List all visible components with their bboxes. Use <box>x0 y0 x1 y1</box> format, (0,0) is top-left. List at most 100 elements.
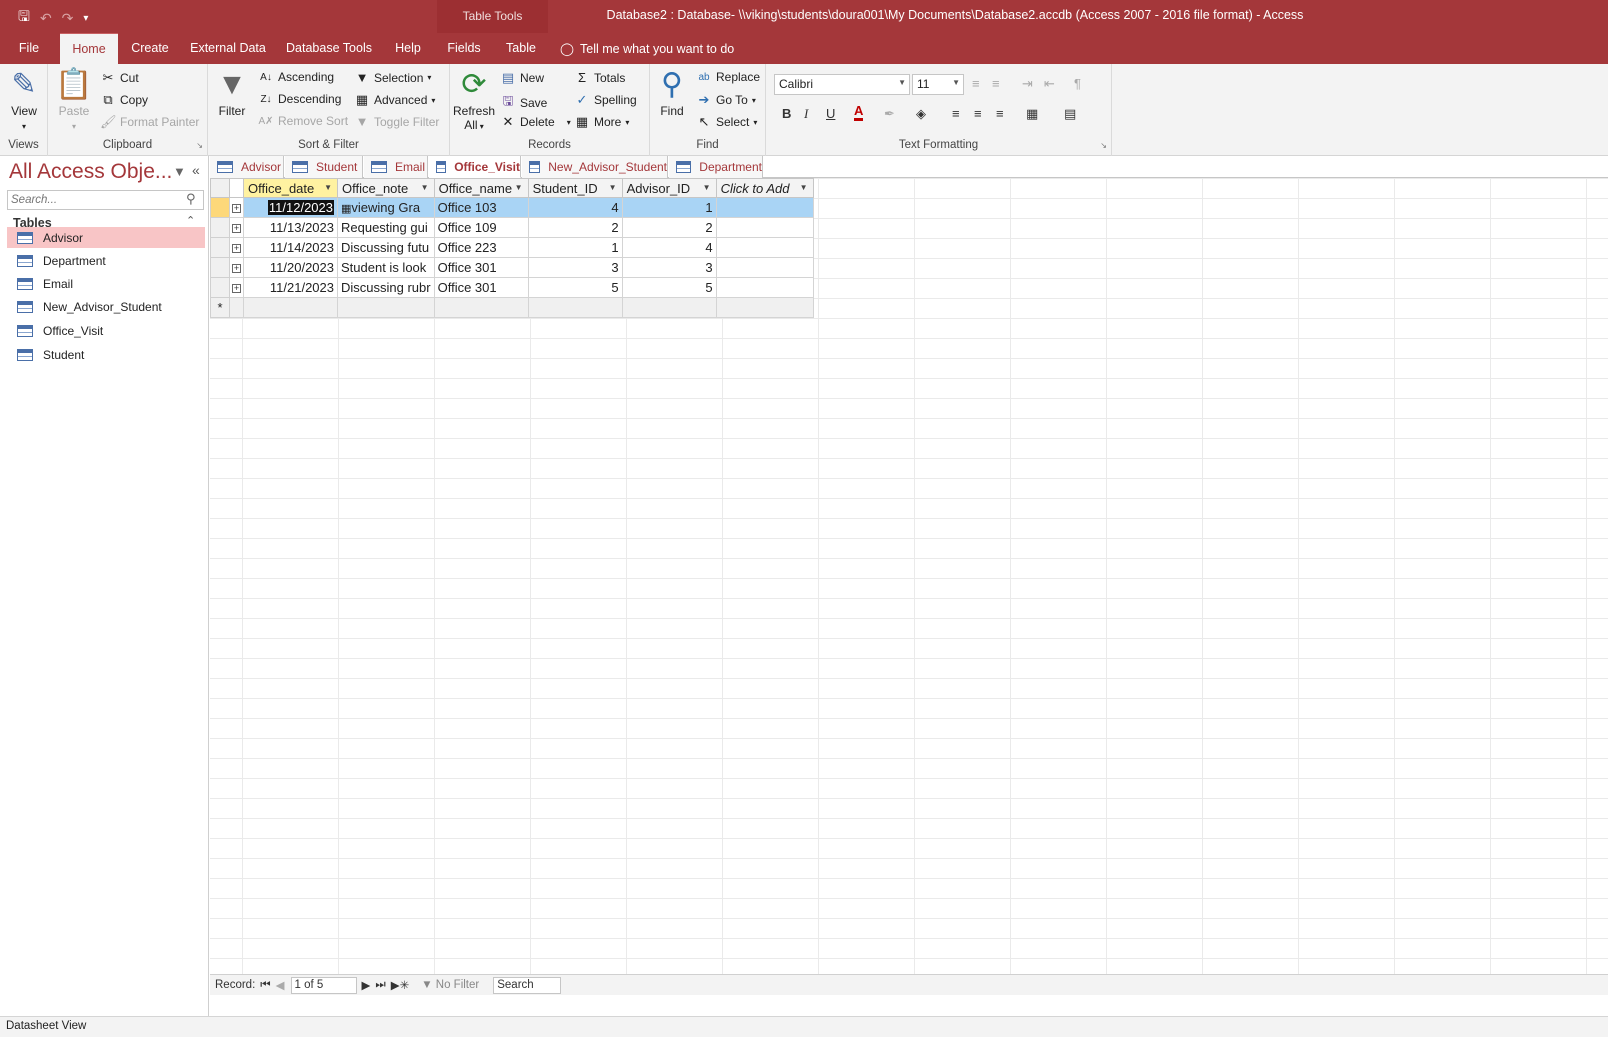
save-icon[interactable]: 🖫 <box>18 6 30 30</box>
align-left-icon[interactable]: ≡ <box>952 106 960 121</box>
font-name-select[interactable]: Calibri ▼ <box>774 74 910 95</box>
cut-button[interactable]: ✂ Cut <box>100 70 139 86</box>
redo-icon[interactable]: ↷ <box>62 10 74 27</box>
select-all-corner[interactable] <box>210 178 230 198</box>
plus-icon[interactable]: + <box>232 243 241 253</box>
record-search-input[interactable]: Search <box>493 976 562 994</box>
fill-color-icon[interactable]: ◈ <box>916 106 926 122</box>
new-cell[interactable] <box>243 297 338 318</box>
new-cell[interactable] <box>715 297 814 318</box>
tab-create[interactable]: Create <box>128 33 172 64</box>
cell-office-date[interactable]: 11/14/2023 <box>243 237 338 258</box>
expand-row[interactable]: + <box>229 237 244 258</box>
new-record-marker[interactable]: * <box>210 297 230 318</box>
copy-button[interactable]: ⧉ Copy <box>100 92 148 108</box>
font-color-icon[interactable]: A <box>854 104 864 121</box>
toggle-filter-button[interactable]: ▼ Toggle Filter <box>354 114 440 129</box>
tab-fields[interactable]: Fields <box>446 33 482 64</box>
tab-external-data[interactable]: External Data <box>190 33 266 64</box>
first-record-icon[interactable]: ⏮ <box>260 979 270 992</box>
nav-search-input[interactable] <box>7 190 204 210</box>
customize-qat-icon[interactable]: ▾ <box>83 13 88 24</box>
chevron-down-icon[interactable]: ▼ <box>421 183 429 192</box>
more-button[interactable]: ▦ More ▾ <box>574 114 630 130</box>
table-row[interactable]: + 11/12/2023 ▦viewing Gra Office 103 4 1 <box>210 197 814 218</box>
new-cell[interactable] <box>433 297 529 318</box>
column-header-office-name[interactable]: Office_name ▼ <box>433 178 529 198</box>
tab-home[interactable]: Home <box>60 33 118 64</box>
record-selector[interactable] <box>210 257 230 278</box>
increase-indent-icon[interactable]: ⇥ <box>1022 76 1033 92</box>
plus-icon[interactable]: + <box>232 263 241 273</box>
chevron-down-icon[interactable]: ▼ <box>800 183 808 192</box>
table-row[interactable]: + 11/21/2023 Discussing rubr Office 301 … <box>210 277 814 298</box>
go-to-button[interactable]: ➔ Go To ▾ <box>696 92 756 108</box>
column-header-click-to-add[interactable]: Click to Add ▼ <box>715 178 814 198</box>
alternate-row-color-icon[interactable]: ▤ <box>1064 106 1076 122</box>
new-record-nav-icon[interactable]: ▶✳ <box>391 978 409 992</box>
find-button[interactable]: ⚲ Find <box>654 68 690 118</box>
ascending-button[interactable]: A↓ Ascending <box>258 70 334 84</box>
cell-student-id[interactable]: 1 <box>527 237 623 258</box>
cell-student-id[interactable]: 5 <box>527 277 623 298</box>
nav-item-advisor[interactable]: Advisor <box>7 227 205 248</box>
cell-office-note[interactable]: Discussing futu <box>337 237 435 258</box>
cell-advisor-id[interactable]: 5 <box>621 277 717 298</box>
cell-office-name[interactable]: Office 223 <box>433 237 529 258</box>
collapse-pane-icon[interactable]: « <box>192 162 200 178</box>
remove-sort-button[interactable]: A✗ Remove Sort <box>258 114 348 128</box>
chevron-down-icon[interactable]: ▼ <box>609 183 617 192</box>
nav-item-new-advisor-student[interactable]: New_Advisor_Student <box>7 296 205 317</box>
chevron-down-icon[interactable]: ▼ <box>703 183 711 192</box>
cell-click-to-add[interactable] <box>715 277 814 298</box>
descending-button[interactable]: Z↓ Descending <box>258 92 341 106</box>
cell-office-name[interactable]: Office 103 <box>433 197 529 218</box>
clipboard-launcher-icon[interactable]: ↘ <box>196 141 203 150</box>
cell-office-note[interactable]: Student is look <box>337 257 435 278</box>
column-header-office-note[interactable]: Office_note ▼ <box>337 178 435 198</box>
tab-file[interactable]: File <box>14 33 44 64</box>
spelling-button[interactable]: ✓ Spelling <box>574 92 637 108</box>
chevron-down-icon[interactable]: ▼ <box>515 183 523 192</box>
new-cell[interactable] <box>337 297 435 318</box>
search-icon[interactable]: ⚲ <box>186 191 196 207</box>
text-formatting-launcher-icon[interactable]: ↘ <box>1100 141 1107 150</box>
next-record-icon[interactable]: ▶ <box>362 978 371 992</box>
chevron-up-icon[interactable]: ⌃ <box>186 214 195 227</box>
doc-tab-office-visit[interactable]: Office_Visit <box>429 156 521 178</box>
cell-advisor-id[interactable]: 1 <box>621 197 717 218</box>
cell-advisor-id[interactable]: 4 <box>621 237 717 258</box>
table-row[interactable]: + 11/14/2023 Discussing futu Office 223 … <box>210 237 814 258</box>
record-selector[interactable] <box>210 277 230 298</box>
last-record-icon[interactable]: ⏭ <box>375 979 385 992</box>
record-position-input[interactable]: 1 of 5 <box>290 976 357 994</box>
expand-row[interactable]: + <box>229 197 244 218</box>
cell-click-to-add[interactable] <box>715 197 814 218</box>
cell-office-date[interactable]: 11/13/2023 <box>243 217 338 238</box>
cell-click-to-add[interactable] <box>715 257 814 278</box>
cell-office-date[interactable]: 11/21/2023 <box>243 277 338 298</box>
totals-button[interactable]: Σ Totals <box>574 70 625 85</box>
expand-row[interactable]: + <box>229 217 244 238</box>
cell-office-note[interactable]: ▦viewing Gra <box>337 197 435 218</box>
plus-icon[interactable]: + <box>232 203 241 213</box>
cell-advisor-id[interactable]: 2 <box>621 217 717 238</box>
numbering-icon[interactable]: ≡ <box>992 76 1000 91</box>
cell-student-id[interactable]: 4 <box>527 197 623 218</box>
chevron-down-icon[interactable]: ▼ <box>324 183 332 192</box>
cell-office-name[interactable]: Office 301 <box>433 277 529 298</box>
cell-office-name[interactable]: Office 301 <box>433 257 529 278</box>
cell-advisor-id[interactable]: 3 <box>621 257 717 278</box>
plus-icon[interactable]: + <box>232 223 241 233</box>
record-selector[interactable] <box>210 197 230 218</box>
doc-tab-new-advisor-student[interactable]: New_Advisor_Student <box>522 156 668 178</box>
tab-table[interactable]: Table <box>503 33 539 64</box>
no-filter-indicator[interactable]: ▼ No Filter <box>421 979 479 991</box>
view-button[interactable]: ✎ View ▾ <box>6 68 42 132</box>
doc-tab-advisor[interactable]: Advisor <box>210 156 284 178</box>
format-painter-button[interactable]: 🖌 Format Painter <box>100 114 199 130</box>
paragraph-direction-icon[interactable]: ¶ <box>1074 76 1081 91</box>
underline-button[interactable]: U <box>826 106 835 121</box>
record-selector[interactable] <box>210 217 230 238</box>
column-header-office-date[interactable]: Office_date ▼ <box>243 178 338 198</box>
